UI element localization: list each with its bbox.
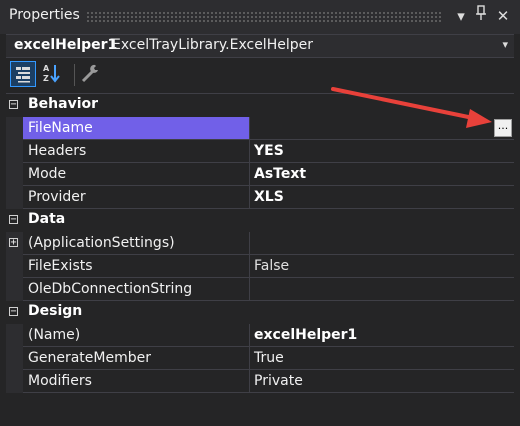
property-row-oledbconnectionstring[interactable]: OleDbConnectionString (6, 278, 514, 301)
alphabetical-sort-icon: A Z (43, 64, 60, 83)
svg-text:Z: Z (43, 74, 49, 83)
property-name[interactable]: Provider (23, 186, 250, 209)
property-name[interactable]: Headers (23, 140, 250, 163)
property-row-generatemember[interactable]: GenerateMember True (6, 347, 514, 370)
property-row-provider[interactable]: Provider XLS (6, 186, 514, 209)
property-value[interactable]: False (250, 255, 514, 278)
row-gutter (6, 117, 23, 140)
property-toolbar: A Z (6, 58, 514, 92)
property-name[interactable]: Modifiers (23, 370, 250, 393)
toolbar-separator (74, 64, 75, 86)
row-gutter (6, 140, 23, 163)
property-name[interactable]: OleDbConnectionString (23, 278, 250, 301)
row-gutter (6, 255, 23, 278)
object-selector[interactable]: excelHelper1 ExcelTrayLibrary.ExcelHelpe… (6, 34, 514, 58)
property-row-applicationsettings[interactable]: + (ApplicationSettings) (6, 232, 514, 255)
property-value[interactable]: XLS (250, 186, 514, 209)
property-value[interactable]: excelHelper1 (250, 324, 514, 347)
categorized-button[interactable] (10, 61, 36, 87)
browse-ellipsis-button[interactable]: ... (494, 119, 512, 137)
object-name: excelHelper1 (14, 37, 118, 53)
category-behavior[interactable]: − Behavior (6, 94, 514, 117)
category-label: Design (28, 303, 83, 319)
property-name[interactable]: FileExists (23, 255, 250, 278)
property-value[interactable] (250, 278, 514, 301)
chevron-down-icon[interactable]: ▾ (502, 38, 508, 51)
collapse-icon[interactable]: − (9, 215, 18, 225)
property-grid: − Behavior FileName ... Headers YES Mode… (6, 93, 514, 418)
property-row-headers[interactable]: Headers YES (6, 140, 514, 163)
category-label: Data (28, 211, 66, 227)
category-data[interactable]: − Data (6, 209, 514, 232)
row-gutter (6, 370, 23, 393)
object-type: ExcelTrayLibrary.ExcelHelper (112, 37, 313, 53)
property-pages-button[interactable] (78, 61, 104, 87)
property-row-mode[interactable]: Mode AsText (6, 163, 514, 186)
row-gutter (6, 347, 23, 370)
collapse-icon[interactable]: − (9, 307, 18, 317)
property-name[interactable]: (Name) (23, 324, 250, 347)
row-gutter (6, 278, 23, 301)
close-icon[interactable]: ✕ (494, 5, 512, 27)
property-name[interactable]: FileName (23, 117, 250, 140)
property-value[interactable]: True (250, 347, 514, 370)
wrench-icon (81, 64, 98, 83)
collapse-icon[interactable]: − (9, 100, 18, 110)
pin-icon[interactable] (472, 5, 490, 27)
property-row-name[interactable]: (Name) excelHelper1 (6, 324, 514, 347)
property-value[interactable]: Private (250, 370, 514, 393)
title-grip[interactable] (86, 11, 442, 23)
expand-icon[interactable]: + (9, 238, 18, 248)
category-design[interactable]: − Design (6, 301, 514, 324)
property-value[interactable]: ... (250, 117, 514, 140)
category-label: Behavior (28, 96, 99, 112)
property-value[interactable]: YES (250, 140, 514, 163)
property-name[interactable]: (ApplicationSettings) (23, 232, 250, 255)
property-value[interactable]: AsText (250, 163, 514, 186)
title-bar: Properties ▾ ✕ (0, 0, 520, 34)
svg-text:A: A (43, 64, 50, 73)
window-title: Properties (9, 7, 80, 23)
row-gutter (6, 186, 23, 209)
property-row-fileexists[interactable]: FileExists False (6, 255, 514, 278)
property-name[interactable]: Mode (23, 163, 250, 186)
row-gutter (6, 163, 23, 186)
property-name[interactable]: GenerateMember (23, 347, 250, 370)
categorized-icon (16, 67, 30, 83)
row-gutter (6, 324, 23, 347)
property-value[interactable] (250, 232, 514, 255)
property-row-filename[interactable]: FileName ... (6, 117, 514, 140)
alphabetical-button[interactable]: A Z (40, 61, 66, 87)
window-dropdown-icon[interactable]: ▾ (452, 5, 470, 27)
property-row-modifiers[interactable]: Modifiers Private (6, 370, 514, 393)
